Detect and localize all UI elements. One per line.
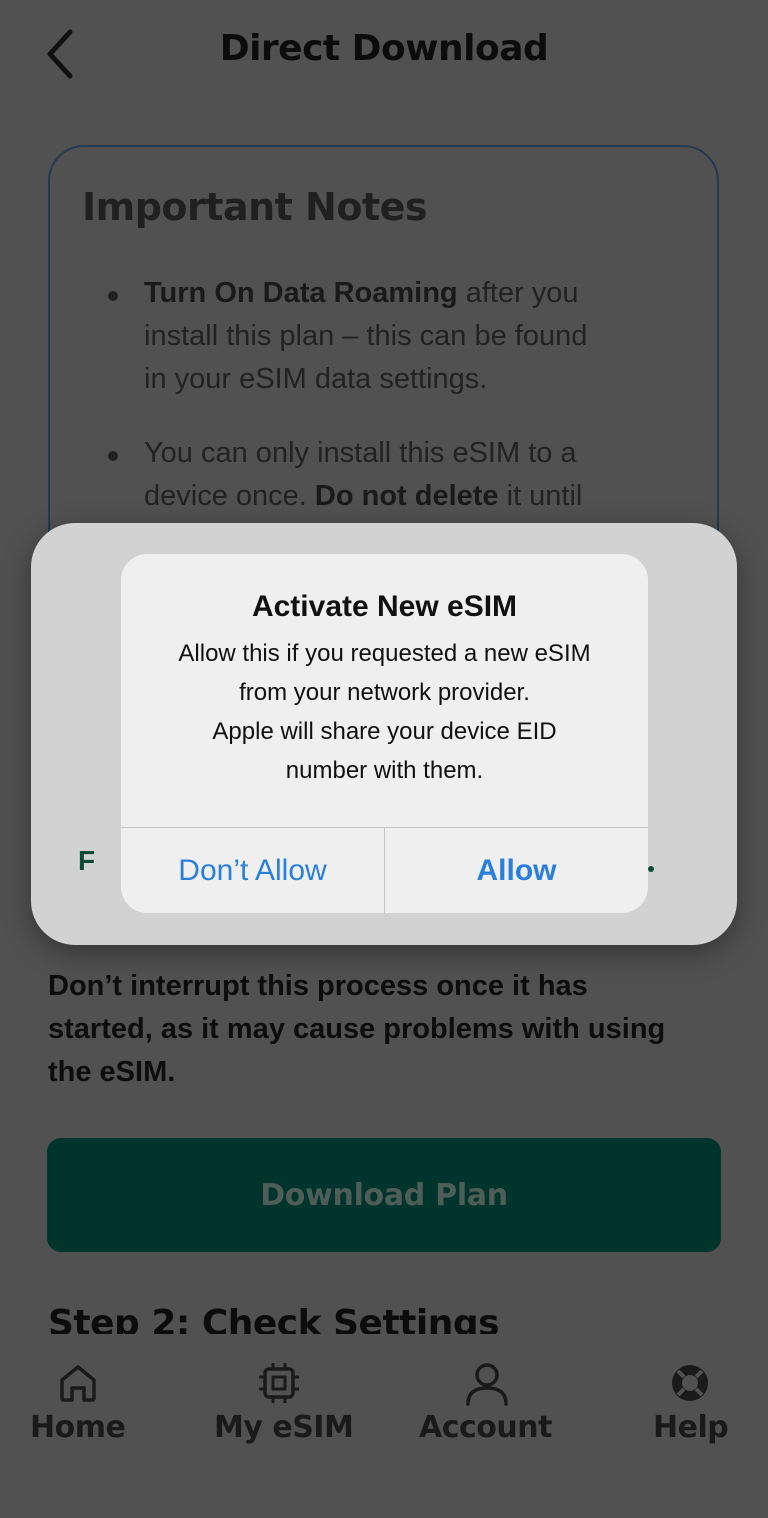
note-text: device once.: [144, 480, 315, 512]
sheet-partial-text: F: [78, 845, 96, 876]
nav-label-account: Account: [419, 1410, 552, 1445]
note-item-roaming: Turn On Data Roaming after you install t…: [144, 272, 664, 401]
home-icon: [60, 1365, 96, 1402]
nav-label-help: Help: [653, 1410, 729, 1445]
sheet-partial-dot: [648, 866, 654, 872]
nav-item-help[interactable]: Help: [650, 1334, 730, 1464]
note-text: You can only install this eSIM to a: [144, 437, 577, 469]
notes-title: Important Notes: [82, 185, 428, 229]
alert-message-line: Apple will share your device EID: [212, 718, 557, 745]
alert-message-line: Allow this if you requested a new eSIM: [178, 640, 591, 667]
download-plan-button[interactable]: Download Plan: [47, 1138, 721, 1252]
user-icon: [466, 1363, 508, 1406]
alert-message-line: number with them.: [285, 757, 484, 784]
page-title: Direct Download: [219, 28, 549, 69]
bullet-dot: [108, 291, 118, 301]
nav-label-my-esim: My eSIM: [214, 1410, 354, 1445]
note-text: in your eSIM data settings.: [144, 363, 488, 395]
interrupt-warning: Don’t interrupt this process once it has…: [48, 965, 708, 1094]
note-item-install-once: You can only install this eSIM to a devi…: [144, 432, 664, 518]
warning-line: the eSIM.: [48, 1056, 176, 1088]
allow-button[interactable]: Allow: [385, 828, 648, 913]
alert-message-line: from your network provider.: [239, 679, 530, 706]
download-plan-label: Download Plan: [260, 1177, 508, 1213]
nav-label-home: Home: [30, 1410, 126, 1445]
note-text: it until: [498, 480, 583, 512]
nav-item-home[interactable]: Home: [28, 1334, 128, 1464]
note-text: after you: [457, 277, 579, 309]
bottom-nav: Home My eSIM Account Help: [0, 1334, 768, 1518]
activate-esim-alert: Activate New eSIM Allow this if you requ…: [121, 554, 648, 913]
note-text: install this plan – this can be found: [144, 320, 588, 352]
lifebuoy-icon: [672, 1365, 708, 1401]
note-bold: Do not delete: [314, 480, 499, 512]
warning-line: Don’t interrupt this process once it has: [48, 970, 588, 1002]
nav-item-my-esim[interactable]: My eSIM: [212, 1334, 354, 1464]
note-bold: Turn On Data Roaming: [144, 277, 458, 309]
chip-icon: [259, 1363, 299, 1403]
bullet-dot: [108, 451, 118, 461]
nav-item-account[interactable]: Account: [417, 1334, 557, 1464]
dont-allow-button[interactable]: Don’t Allow: [121, 828, 384, 913]
alert-message: Allow this if you requested a new eSIM f…: [141, 634, 628, 790]
warning-line: started, as it may cause problems with u…: [48, 1013, 666, 1045]
alert-title: Activate New eSIM: [251, 590, 518, 623]
